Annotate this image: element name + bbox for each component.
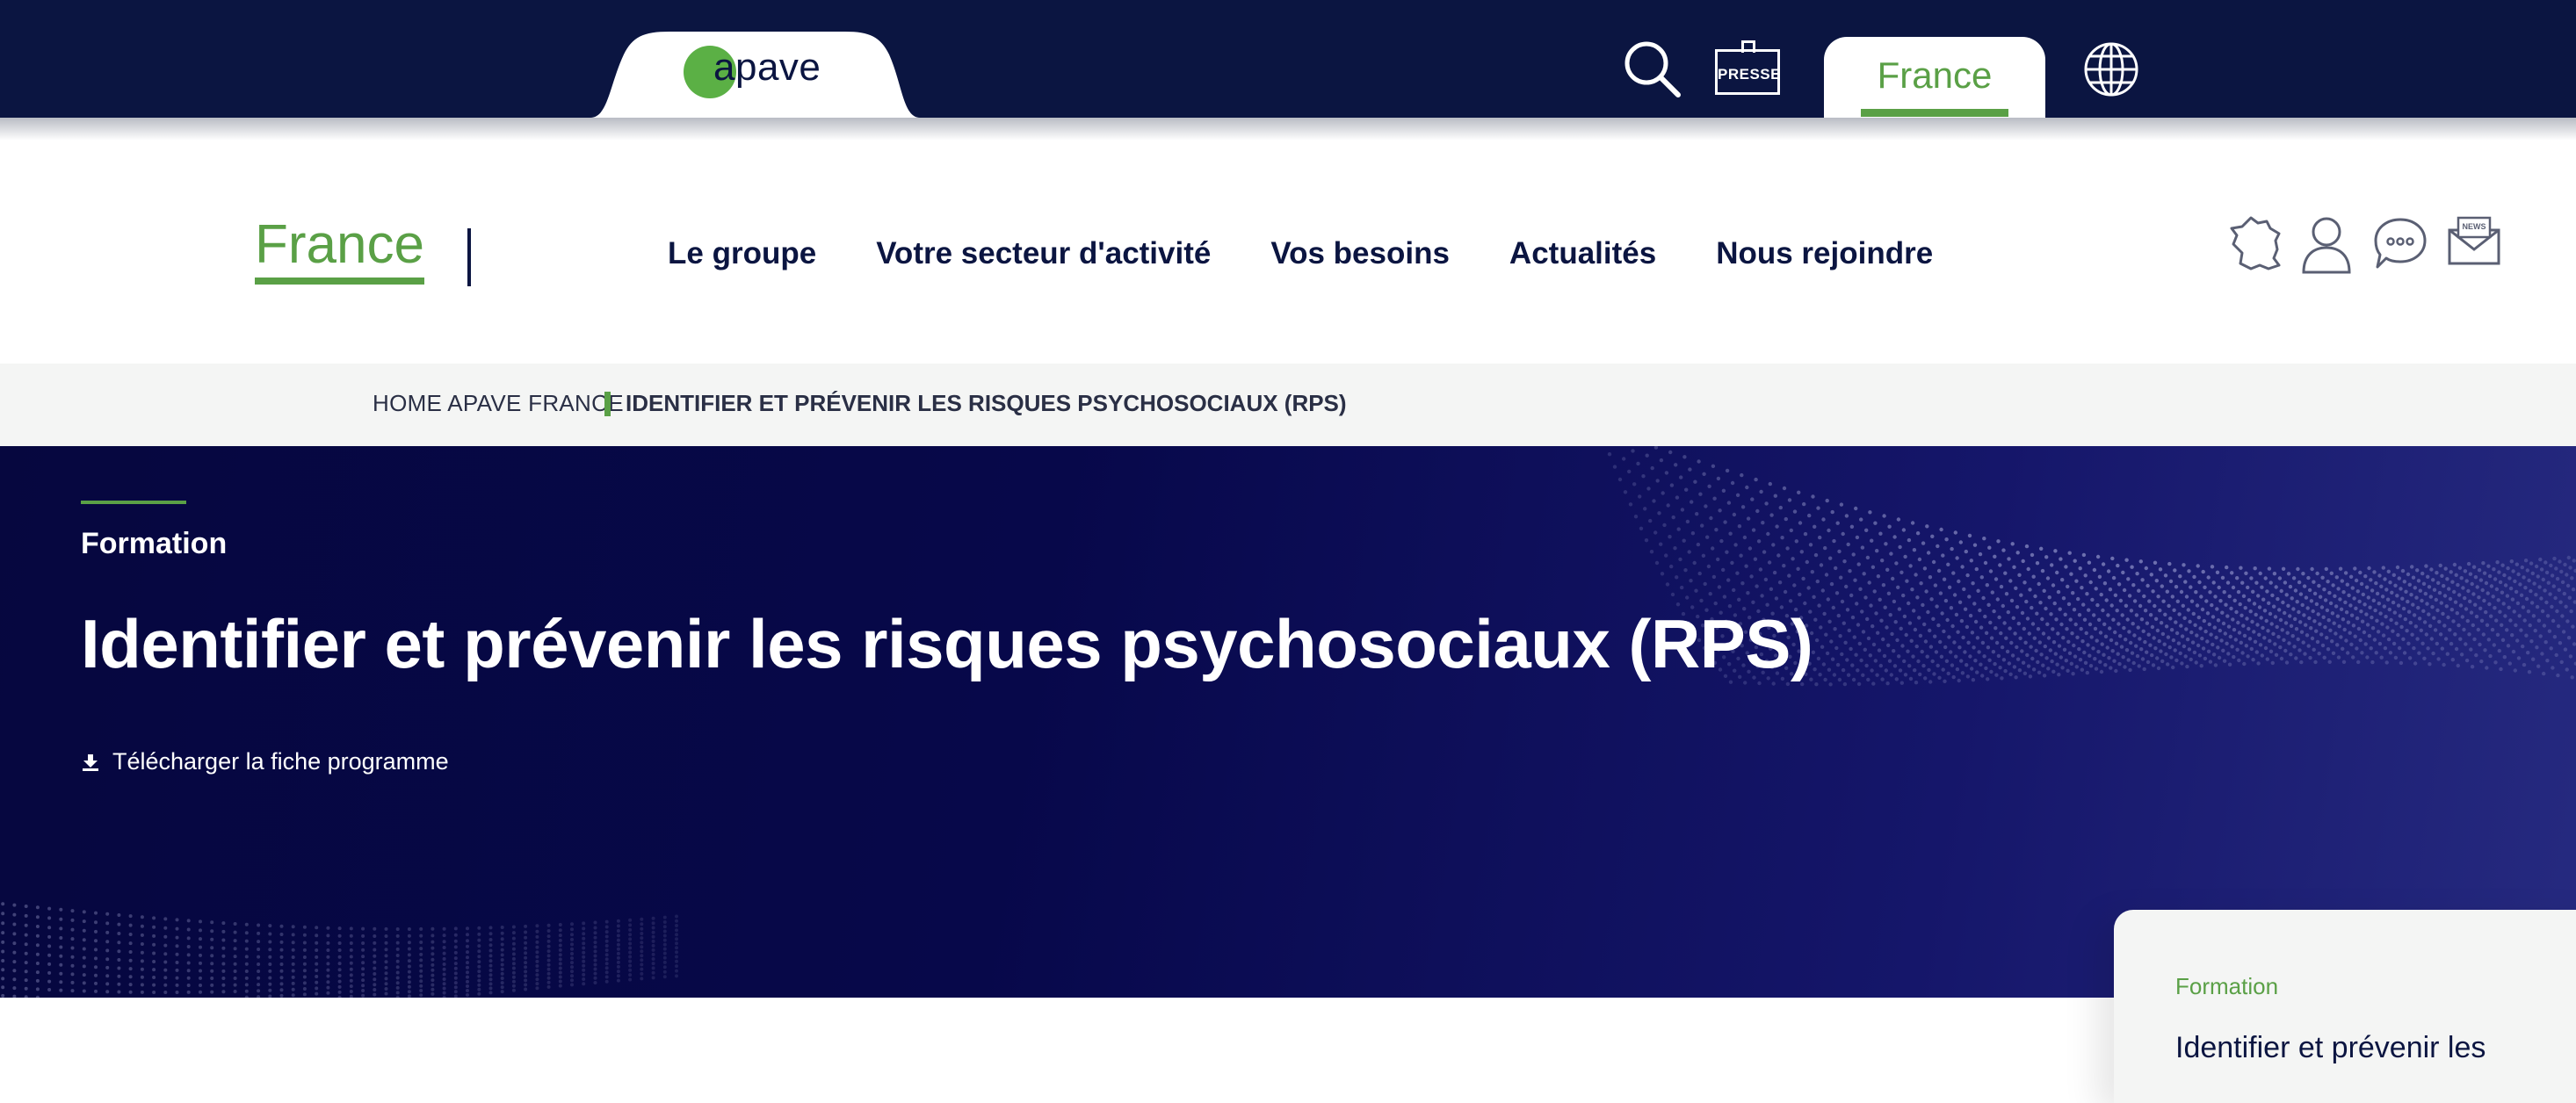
download-program-label: Télécharger la fiche programme	[112, 748, 449, 775]
menu-item-vos-besoins[interactable]: Vos besoins	[1270, 232, 1450, 276]
country-selector-tab[interactable]: France	[1824, 37, 2045, 118]
newsletter-icon[interactable]: NEWS	[2446, 214, 2502, 267]
france-map-icon[interactable]	[2228, 214, 2284, 272]
main-menu: Le groupe Votre secteur d'activité Vos b…	[668, 232, 1993, 276]
hero-accent-rule	[81, 501, 186, 504]
country-tab-underline	[1861, 109, 2008, 117]
chat-icon[interactable]	[2372, 214, 2428, 272]
menu-item-secteur-activite[interactable]: Votre secteur d'activité	[876, 232, 1211, 276]
search-icon[interactable]	[1622, 39, 1683, 100]
download-program-link[interactable]: Télécharger la fiche programme	[81, 748, 449, 775]
breadcrumb-separator	[604, 392, 611, 416]
logo-text: apave	[713, 46, 821, 89]
breadcrumb-home-link[interactable]: HOME APAVE FRANCE	[373, 390, 624, 417]
country-tab-label: France	[1877, 54, 1993, 96]
press-label: PRESSE	[1715, 49, 1780, 95]
logo-link[interactable]: apave	[590, 30, 920, 118]
press-icon[interactable]: PRESSE	[1715, 40, 1784, 100]
breadcrumb-current: IDENTIFIER ET PRÉVENIR LES RISQUES PSYCH…	[626, 390, 1347, 416]
menu-item-nous-rejoindre[interactable]: Nous rejoindre	[1716, 232, 1933, 276]
nav-icon-group: NEWS	[2228, 214, 2502, 285]
card-kicker: Formation	[2175, 973, 2279, 999]
user-icon[interactable]	[2298, 214, 2355, 276]
site-country-link[interactable]: France	[255, 214, 424, 285]
card-title: Identifier et prévenir les	[2175, 1031, 2486, 1064]
menu-item-le-groupe[interactable]: Le groupe	[668, 232, 816, 276]
training-summary-card: Formation Identifier et prévenir les	[2114, 910, 2576, 1103]
globe-icon[interactable]	[2082, 40, 2140, 98]
menu-item-actualites[interactable]: Actualités	[1509, 232, 1656, 276]
top-bar: apave PRESSE France	[0, 0, 2576, 118]
download-icon	[83, 753, 98, 771]
newsletter-icon-text: NEWS	[2463, 222, 2486, 231]
breadcrumb: HOME APAVE FRANCE IDENTIFIER ET PRÉVENIR…	[0, 364, 2576, 446]
nav-divider	[467, 228, 471, 286]
hero-kicker: Formation	[81, 527, 228, 560]
page-title: Identifier et prévenir les risques psych…	[81, 605, 1813, 682]
top-bar-shadow	[0, 118, 2576, 141]
main-navigation: France Le groupe Votre secteur d'activit…	[0, 141, 2576, 364]
